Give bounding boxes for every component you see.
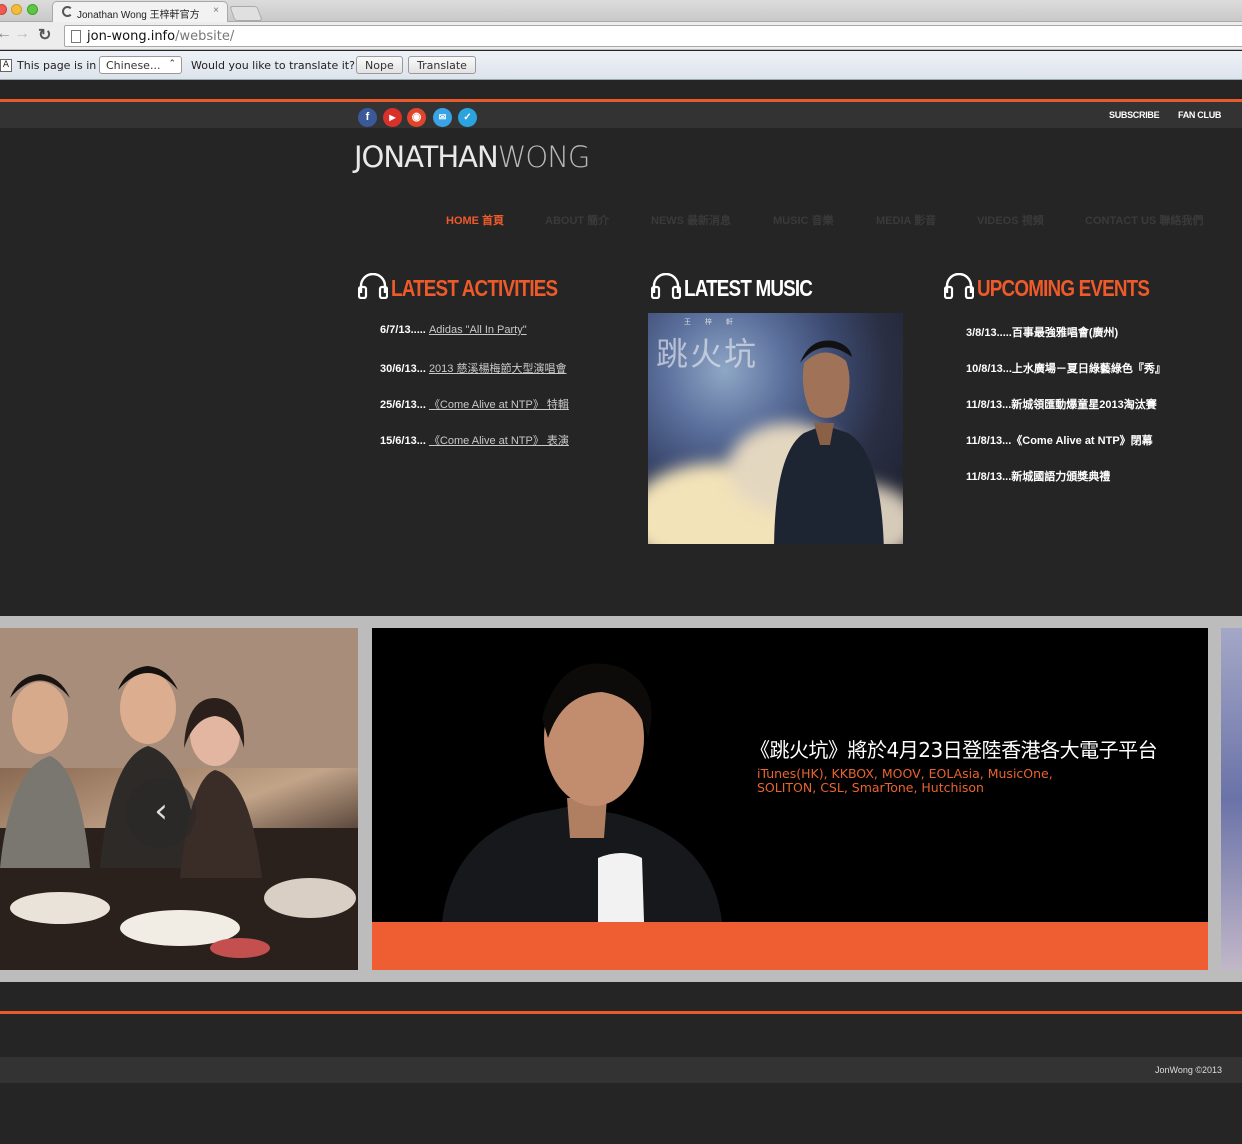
activity-item: 15/6/13... 《Come Alive at NTP》 表演 <box>380 432 569 448</box>
translate-icon: A <box>0 59 12 72</box>
translate-label: This page is in <box>17 59 97 72</box>
activity-item: 6/7/13..... Adidas "All In Party" <box>380 324 527 336</box>
event-item[interactable]: 11/8/13...《Come Alive at NTP》閉幕 <box>966 432 1153 448</box>
select-arrow-icon: ⌃ <box>168 59 176 69</box>
browser-toolbar: ← → ↻ jon-wong.info/website/ <box>0 22 1242 50</box>
image-slider: ‹ 《跳火坑》將於4月23日登陸香港各大電子平台 iTunes(HK), KKB… <box>0 616 1242 982</box>
chat-icon[interactable]: ✉ <box>433 108 452 127</box>
nav-media[interactable]: MEDIA 影音 <box>876 212 936 228</box>
album-cover[interactable]: 王梓軒 跳火坑 <box>648 313 903 544</box>
activity-item: 30/6/13... 2013 慈溪楊梅節大型演唱會 <box>380 360 566 376</box>
tab-close-icon[interactable]: × <box>213 5 219 16</box>
slide-group-photo[interactable]: ‹ <box>0 628 358 970</box>
nav-videos[interactable]: VIDEOS 視頻 <box>977 212 1044 228</box>
minimize-window-icon[interactable] <box>11 4 22 15</box>
translate-question: Would you like to translate it? <box>191 59 355 72</box>
nope-button[interactable]: Nope <box>356 56 403 74</box>
event-item[interactable]: 11/8/13...新城國語力頒獎典禮 <box>966 468 1110 484</box>
activity-date: 30/6/13... <box>380 363 426 375</box>
translate-button[interactable]: Translate <box>408 56 476 74</box>
language-select[interactable]: Chinese... ⌃ <box>99 56 182 74</box>
footer-bar: JonWong ©2013 <box>0 1057 1242 1083</box>
headphones-icon <box>944 273 974 299</box>
slide-next-preview[interactable] <box>1221 628 1242 970</box>
website: f ▶ ◉ ✉ ✓ SUBSCRIBE FAN CLUB JONATHANWON… <box>0 80 1242 1144</box>
subscribe-link[interactable]: SUBSCRIBE <box>1109 110 1160 120</box>
event-item[interactable]: 11/8/13...新城領匯動爆童星2013淘汰賽 <box>966 396 1157 412</box>
reload-icon[interactable]: ↻ <box>38 25 51 45</box>
translate-bar: A This page is in Chinese... ⌃ Would you… <box>0 51 1242 80</box>
footer-accent-line <box>0 1011 1242 1014</box>
top-band: f ▶ ◉ ✉ ✓ SUBSCRIBE FAN CLUB <box>0 99 1242 128</box>
new-tab-button[interactable] <box>229 6 263 21</box>
activity-link[interactable]: Adidas "All In Party" <box>429 324 527 336</box>
slide-subline: iTunes(HK), KKBOX, MOOV, EOLAsia, MusicO… <box>757 767 1053 795</box>
facebook-icon[interactable]: f <box>358 108 377 127</box>
headphones-icon <box>651 273 681 299</box>
slide-album-release[interactable]: 《跳火坑》將於4月23日登陸香港各大電子平台 iTunes(HK), KKBOX… <box>372 628 1208 970</box>
tab-title: Jonathan Wong 王梓軒官方 <box>77 10 200 21</box>
activity-date: 6/7/13..... <box>380 324 426 336</box>
slide-subline-1: iTunes(HK), KKBOX, MOOV, EOLAsia, MusicO… <box>757 766 1053 781</box>
slide-subline-2: SOLITON, CSL, SmarTone, Hutchison <box>757 780 984 795</box>
headphones-icon <box>358 273 388 299</box>
weibo-icon[interactable]: ◉ <box>407 108 426 127</box>
url-host: jon-wong.info <box>87 29 176 44</box>
nav-home[interactable]: HOME 首頁 <box>446 212 504 228</box>
loading-spinner-icon <box>62 6 73 17</box>
activity-link[interactable]: 《Come Alive at NTP》 表演 <box>429 435 569 447</box>
slide-headline: 《跳火坑》將於4月23日登陸香港各大電子平台 <box>750 738 1158 762</box>
nav-music[interactable]: MUSIC 音樂 <box>773 212 834 228</box>
event-item[interactable]: 3/8/13.....百事最強雅唱會(廣州) <box>966 324 1118 340</box>
fan-club-link[interactable]: FAN CLUB <box>1178 110 1221 120</box>
browser-tab-bar: Jonathan Wong 王梓軒官方 × <box>0 0 1242 22</box>
slide-caption-bar <box>372 922 1208 970</box>
language-value: Chinese... <box>106 59 161 72</box>
copyright-text: JonWong ©2013 <box>1154 1065 1222 1075</box>
page-icon <box>71 30 81 43</box>
address-bar[interactable]: jon-wong.info/website/ <box>64 25 1242 47</box>
upcoming-events-title: UPCOMING EVENTS <box>977 275 1150 301</box>
slider-prev-button[interactable]: ‹ <box>126 778 196 848</box>
site-logo[interactable]: JONATHANWONG <box>354 140 591 174</box>
maximize-window-icon[interactable] <box>27 4 38 15</box>
album-portrait <box>774 340 884 544</box>
activity-item: 25/6/13... 《Come Alive at NTP》 特輯 <box>380 396 569 412</box>
latest-activities-title: LATEST ACTIVITIES <box>391 275 558 301</box>
close-window-icon[interactable] <box>0 4 7 15</box>
forward-icon[interactable]: → <box>14 25 30 43</box>
browser-tab[interactable]: Jonathan Wong 王梓軒官方 × <box>52 1 228 22</box>
url-path: /website/ <box>175 29 235 44</box>
nav-news[interactable]: NEWS 最新消息 <box>651 212 731 228</box>
latest-music-title: LATEST MUSIC <box>684 275 813 301</box>
activity-date: 15/6/13... <box>380 435 426 447</box>
activity-link[interactable]: 《Come Alive at NTP》 特輯 <box>429 399 569 411</box>
twitter-icon[interactable]: ✓ <box>458 108 477 127</box>
back-icon[interactable]: ← <box>0 25 12 43</box>
event-item[interactable]: 10/8/13...上水廣場－夏日綠藝綠色『秀』 <box>966 360 1166 376</box>
album-title: 跳火坑 <box>656 335 759 373</box>
youtube-icon[interactable]: ▶ <box>383 108 402 127</box>
activity-link[interactable]: 2013 慈溪楊梅節大型演唱會 <box>429 363 567 375</box>
logo-thin: WONG <box>497 140 591 174</box>
nav-contact[interactable]: CONTACT US 聯絡我們 <box>1085 212 1203 228</box>
nav-about[interactable]: ABOUT 簡介 <box>545 212 609 228</box>
activity-date: 25/6/13... <box>380 399 426 411</box>
logo-bold: JONATHAN <box>354 140 499 174</box>
album-artist: 王梓軒 <box>684 319 747 326</box>
